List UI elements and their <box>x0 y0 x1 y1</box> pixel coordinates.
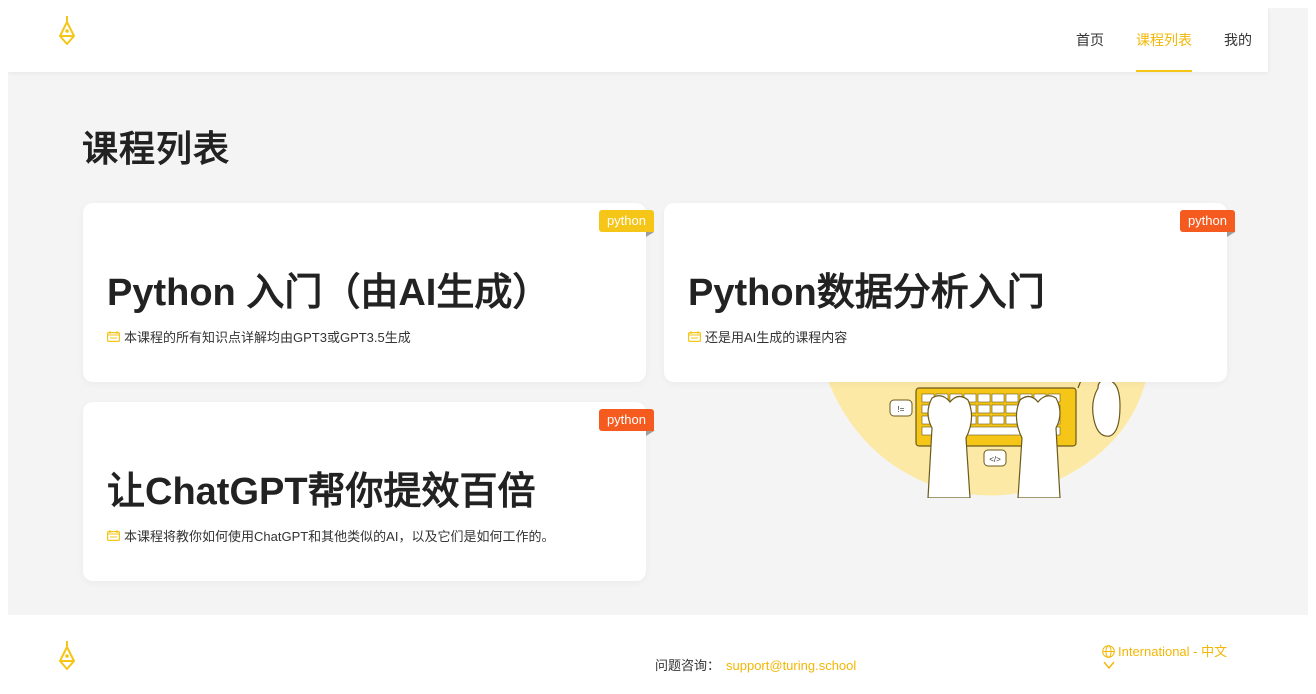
nav-course-list[interactable]: 课程列表 <box>1120 8 1208 72</box>
course-description: 还是用AI生成的课程内容 <box>688 327 847 346</box>
language-label: International - 中文 <box>1118 644 1228 659</box>
course-title: Python数据分析入门 <box>688 272 1045 314</box>
footer: 问题咨询： support@turing.school International… <box>8 615 1308 694</box>
course-description: 本课程的所有知识点详解均由GPT3或GPT3.5生成 <box>107 327 411 346</box>
course-description: 本课程将教你如何使用ChatGPT和其他类似的AI，以及它们是如何工作的。 <box>107 526 554 545</box>
nav-home[interactable]: 首页 <box>1060 8 1120 72</box>
course-description-text: 本课程将教你如何使用ChatGPT和其他类似的AI，以及它们是如何工作的。 <box>124 529 555 544</box>
nav-mine[interactable]: 我的 <box>1208 8 1268 72</box>
calendar-icon <box>107 331 120 342</box>
course-tag: python <box>598 210 655 237</box>
main-nav: 首页 课程列表 我的 <box>1060 8 1268 72</box>
course-title: 让ChatGPT帮你提效百倍 <box>107 471 536 513</box>
calendar-icon <box>107 530 120 541</box>
course-description-text: 本课程的所有知识点详解均由GPT3或GPT3.5生成 <box>124 330 411 345</box>
page-title: 课程列表 <box>82 128 231 169</box>
contact-label: 问题咨询： <box>655 658 721 673</box>
course-title: Python 入门（由AI生成） <box>107 272 551 314</box>
chevron-down-icon[interactable] <box>1102 659 1116 671</box>
course-description-text: 还是用AI生成的课程内容 <box>705 330 848 345</box>
globe-icon <box>1102 645 1115 658</box>
bubble-not-equal: != <box>898 405 905 414</box>
top-header: 首页 课程列表 我的 <box>8 8 1268 72</box>
calendar-icon <box>688 331 701 342</box>
language-selector[interactable]: International - 中文 <box>1102 641 1227 660</box>
contact-email-link[interactable]: support@turing.school <box>726 658 856 673</box>
bubble-code: </> <box>989 455 1001 464</box>
pen-nib-logo[interactable] <box>56 14 78 46</box>
course-tag: python <box>1179 210 1236 237</box>
vertical-scrollbar[interactable] <box>1308 0 1316 694</box>
contact-info: 问题咨询： support@turing.school <box>655 655 856 674</box>
course-tag: python <box>598 409 655 436</box>
course-card[interactable]: python Python 入门（由AI生成） 本课程的所有知识点详解均由GPT… <box>83 203 655 382</box>
pen-nib-logo[interactable] <box>56 639 78 671</box>
course-card[interactable]: python Python数据分析入门 还是用AI生成的课程内容 <box>664 203 1236 382</box>
course-card[interactable]: python 让ChatGPT帮你提效百倍 本课程将教你如何使用ChatGPT和… <box>83 402 655 581</box>
page: 首页 课程列表 我的 课程列表 != </> python Python 入门（… <box>8 8 1308 694</box>
